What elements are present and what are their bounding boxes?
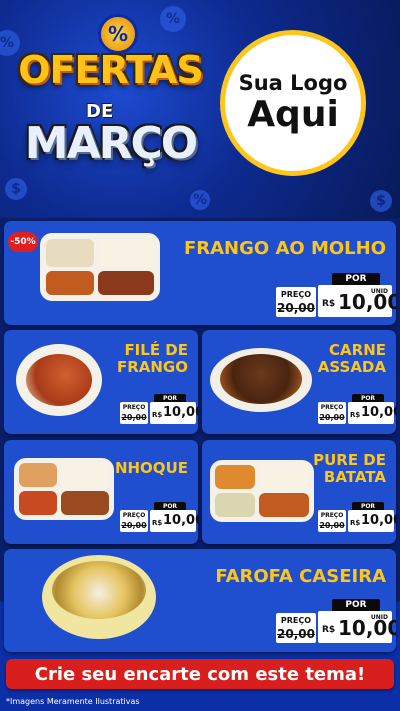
product-card-file-de-frango[interactable]: FILÉ DE FRANGO POR PREÇO 20,00 R$ 10,00 (4, 330, 198, 434)
product-name: NHOQUE (114, 459, 188, 477)
product-name: FAROFA CASEIRA (215, 566, 386, 587)
logo-placeholder[interactable]: Sua Logo Aqui (220, 30, 366, 176)
product-card-carne-assada[interactable]: CARNE ASSADA POR PREÇO 20,00 R$ 10,00 (202, 330, 396, 434)
food-image (14, 458, 114, 520)
old-price: PREÇO 20,00 (276, 287, 316, 317)
por-label: POR (332, 273, 380, 285)
product-card-nhoque[interactable]: NHOQUE POR PREÇO 20,00 R$ 10,00 (4, 440, 198, 544)
product-card-frango-ao-molho[interactable]: FRANGO AO MOLHO POR PREÇO 20,00 R$ 10,00… (4, 221, 396, 325)
old-price: PREÇO 20,00 (318, 510, 346, 532)
product-card-pure-de-batata[interactable]: PURE DE BATATA POR PREÇO 20,00 R$ 10,00 (202, 440, 396, 544)
discount-badge: -50% (8, 232, 38, 252)
new-price: R$ 10,00 UNID (318, 285, 396, 317)
new-price: R$ 10,00 (150, 402, 198, 424)
percent-coin-icon: % (0, 30, 20, 56)
new-price: R$ 10,00 UNID (318, 611, 396, 643)
old-price: PREÇO 20,00 (276, 613, 316, 643)
food-image (210, 460, 314, 522)
new-price: R$ 10,00 (150, 510, 198, 532)
title-marco: MARÇO (24, 118, 198, 169)
food-image (16, 344, 102, 416)
logo-text-line2: Aqui (247, 94, 339, 135)
product-name: FILÉ DE FRANGO (116, 341, 188, 376)
new-price: R$ 10,00 (348, 402, 396, 424)
old-price: PREÇO 20,00 (120, 510, 148, 532)
hero-banner: % % % $ $ % OFERTAS DE MARÇO Sua Logo Aq… (0, 0, 400, 218)
old-price: PREÇO 20,00 (318, 402, 346, 424)
food-image (42, 555, 156, 639)
create-flyer-button[interactable]: Crie seu encarte com este tema! (6, 659, 394, 689)
food-image (210, 348, 312, 412)
coin-icon: $ (370, 190, 392, 212)
old-price: PREÇO 20,00 (120, 402, 148, 424)
product-card-farofa-caseira[interactable]: FAROFA CASEIRA POR PREÇO 20,00 R$ 10,00 … (4, 549, 396, 652)
product-name: CARNE ASSADA (317, 341, 386, 376)
food-image (40, 233, 160, 301)
product-name: FRANGO AO MOLHO (183, 238, 386, 259)
title-ofertas: OFERTAS (18, 48, 204, 92)
product-name: PURE DE BATATA (313, 451, 386, 486)
offers-title: % OFERTAS DE MARÇO (18, 14, 204, 209)
logo-text-line1: Sua Logo (238, 71, 348, 95)
disclaimer-text: *Imagens Meramente Ilustrativas (6, 697, 140, 706)
new-price: R$ 10,00 (348, 510, 396, 532)
